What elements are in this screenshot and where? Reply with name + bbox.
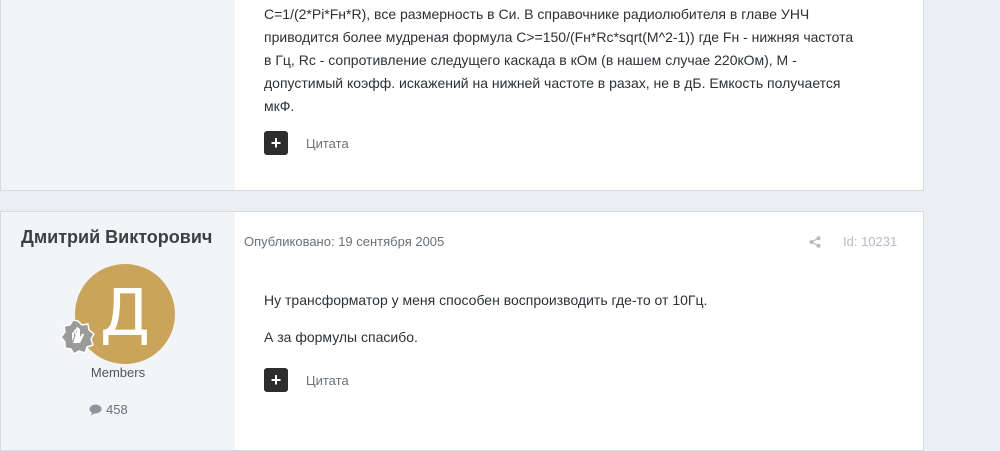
post-line: мкФ. bbox=[264, 98, 295, 114]
post-content: Опубликовано: 19 сентября 2005 Id: 10231… bbox=[235, 212, 923, 450]
author-panel: Дмитрий Викторович Д Members 458 bbox=[1, 212, 235, 450]
quote-button[interactable]: Цитата bbox=[306, 373, 349, 388]
plus-icon: + bbox=[270, 370, 282, 390]
post-1: C=1/(2*Pi*Fн*R), все размерность в Си. В… bbox=[0, 0, 924, 191]
post-2: Дмитрий Викторович Д Members 458 Опублик… bbox=[0, 211, 924, 451]
author-name-link[interactable]: Дмитрий Викторович bbox=[21, 227, 212, 248]
post-body: Ну трансформатор у меня способен воспрои… bbox=[264, 290, 707, 364]
post-actions: + Цитата bbox=[264, 368, 349, 392]
multiquote-button[interactable]: + bbox=[264, 131, 288, 155]
post-line: в Гц, Rc - сопротивление следущего каска… bbox=[264, 52, 797, 68]
post-line: приводится более мудреная формула C>=150… bbox=[264, 29, 854, 45]
author-panel bbox=[1, 0, 235, 190]
post-line: допустимый коэфф. искажений на нижней ча… bbox=[264, 75, 841, 91]
post-count-value: 458 bbox=[106, 402, 128, 417]
post-id: Id: 10231 bbox=[843, 234, 898, 249]
post-paragraph: А за формулы спасибо. bbox=[264, 329, 418, 345]
post-count: 458 bbox=[89, 402, 128, 417]
quote-button[interactable]: Цитата bbox=[306, 136, 349, 151]
multiquote-button[interactable]: + bbox=[264, 368, 288, 392]
member-group: Members bbox=[90, 365, 146, 380]
comment-icon bbox=[89, 404, 102, 415]
post-content: C=1/(2*Pi*Fн*R), все размерность в Си. В… bbox=[235, 0, 923, 190]
post-line: C=1/(2*Pi*Fн*R), все размерность в Си. В… bbox=[264, 6, 810, 22]
post-body: C=1/(2*Pi*Fн*R), все размерность в Си. В… bbox=[264, 3, 904, 118]
post-paragraph: Ну трансформатор у меня способен воспрои… bbox=[264, 292, 708, 308]
share-icon[interactable] bbox=[809, 236, 821, 248]
rank-badge-icon bbox=[61, 320, 95, 354]
plus-icon: + bbox=[270, 133, 282, 153]
avatar-letter: Д bbox=[100, 277, 150, 351]
published-date[interactable]: Опубликовано: 19 сентября 2005 bbox=[244, 234, 444, 249]
post-actions: + Цитата bbox=[264, 131, 349, 155]
